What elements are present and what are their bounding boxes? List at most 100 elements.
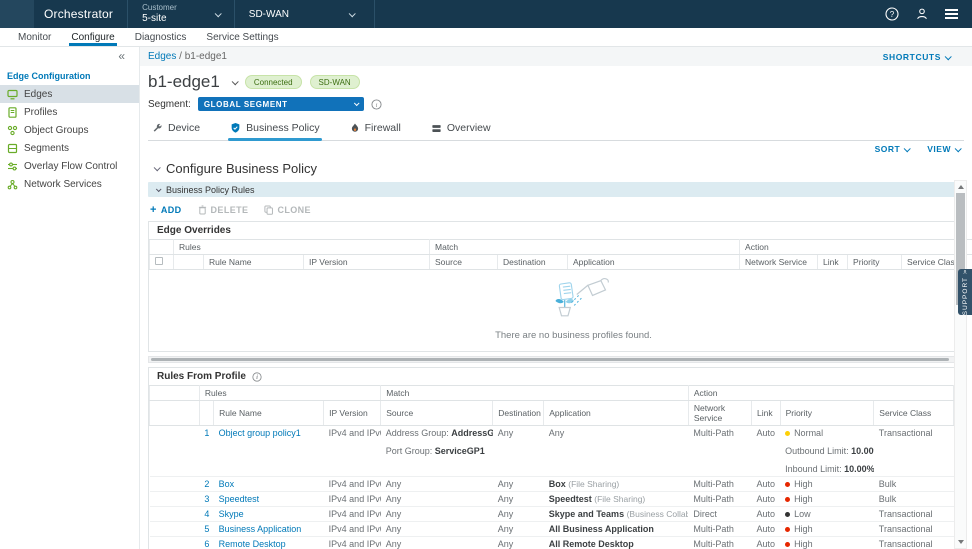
delete-rule-button[interactable]: DELETE xyxy=(198,205,249,215)
rule-number-link[interactable]: 1 xyxy=(204,428,209,438)
rule-number[interactable]: 5 xyxy=(199,522,213,537)
horizontal-scrollbar[interactable] xyxy=(148,356,964,363)
tab-business-policy[interactable]: Business Policy xyxy=(228,117,322,140)
rule-name[interactable]: Skype xyxy=(214,507,324,522)
tab-overview[interactable]: Overview xyxy=(429,117,493,140)
service-dropdown[interactable]: SD-WAN xyxy=(235,0,375,28)
top-navbar: Orchestrator Customer 5-site SD-WAN ? xyxy=(0,0,972,28)
rule-network-service: Multi-Path xyxy=(688,492,751,507)
rules-from-profile-info-icon[interactable]: i xyxy=(252,372,262,382)
vmware-logo[interactable] xyxy=(0,0,34,28)
rule-number-link[interactable]: 6 xyxy=(204,539,209,549)
priority-dot-icon xyxy=(785,497,790,502)
chevron-down-icon xyxy=(955,146,962,153)
chevron-down-icon xyxy=(945,53,952,60)
breadcrumb-edges-link[interactable]: Edges xyxy=(148,51,176,62)
tab-device[interactable]: Device xyxy=(150,117,202,140)
support-tab[interactable]: SUPPORT xyxy=(958,269,972,315)
sidebar-item-segments[interactable]: Segments xyxy=(0,139,139,157)
rule-link: Auto xyxy=(752,537,781,549)
object-groups-icon xyxy=(7,125,18,136)
group-match: Match xyxy=(430,240,740,255)
network-services-icon xyxy=(7,179,18,190)
rules-from-profile-title: Rules From Profile xyxy=(157,371,246,382)
rule-name-link[interactable]: Business Application xyxy=(219,524,302,534)
overlay-flow-control-icon xyxy=(7,161,18,172)
nav-service-settings[interactable]: Service Settings xyxy=(196,28,288,46)
sidebar-item-label: Edges xyxy=(24,89,52,100)
rule-number-link[interactable]: 5 xyxy=(204,524,209,534)
clone-rule-button[interactable]: CLONE xyxy=(264,205,311,215)
view-button[interactable]: VIEW xyxy=(927,144,960,154)
rule-name-link[interactable]: Speedtest xyxy=(219,494,260,504)
edge-name-dropdown-icon[interactable] xyxy=(232,78,239,85)
rule-number[interactable]: 3 xyxy=(199,492,213,507)
profiles-icon xyxy=(7,107,18,118)
segment-info-icon[interactable]: i xyxy=(371,99,382,110)
nav-configure[interactable]: Configure xyxy=(61,28,124,46)
nav-monitor[interactable]: Monitor xyxy=(8,28,61,46)
sidebar-item-object-groups[interactable]: Object Groups xyxy=(0,121,139,139)
row-spacer xyxy=(150,507,200,522)
section-title: Configure Business Policy xyxy=(166,161,317,176)
rule-name-link[interactable]: Remote Desktop xyxy=(219,539,286,549)
rule-number-link[interactable]: 3 xyxy=(204,494,209,504)
rule-number[interactable]: 2 xyxy=(199,477,213,492)
row-spacer xyxy=(150,522,200,537)
rule-number[interactable]: 4 xyxy=(199,507,213,522)
menu-icon[interactable] xyxy=(945,9,958,19)
breadcrumb-separator: / xyxy=(179,51,182,62)
rule-name-link[interactable]: Skype xyxy=(219,509,244,519)
sidebar: « Edge Configuration Edges Profiles Obje… xyxy=(0,47,140,549)
edge-tabs: Device Business Policy Firewall Overview xyxy=(148,117,964,141)
nav-diagnostics[interactable]: Diagnostics xyxy=(125,28,197,46)
business-policy-rules-panel[interactable]: Business Policy Rules xyxy=(148,182,964,197)
rule-destination: Any xyxy=(493,426,544,477)
priority-dot-icon xyxy=(785,527,790,532)
add-rule-button[interactable]: +ADD xyxy=(150,204,182,216)
rule-name[interactable]: Box xyxy=(214,477,324,492)
rule-service-class: Transactional xyxy=(874,507,953,522)
customer-dropdown[interactable]: Customer 5-site xyxy=(127,0,235,28)
rule-destination: Any xyxy=(493,522,544,537)
col-application: Application xyxy=(568,255,740,270)
profile-rule-row: 2BoxIPv4 and IPv6AnyAnyBox (File Sharing… xyxy=(150,477,963,492)
rule-ip-version: IPv4 and IPv6 xyxy=(324,477,381,492)
column-header-row: Rule Name IP Version Source Destination … xyxy=(150,255,972,270)
rule-network-service: Multi-Path xyxy=(688,477,751,492)
sort-button[interactable]: SORT xyxy=(875,144,910,154)
clone-icon xyxy=(264,205,273,215)
help-icon[interactable]: ? xyxy=(885,7,899,21)
rule-number-link[interactable]: 4 xyxy=(204,509,209,519)
tab-firewall[interactable]: Firewall xyxy=(348,117,403,140)
chevron-down-icon xyxy=(214,10,221,17)
rule-name[interactable]: Business Application xyxy=(214,522,324,537)
select-all-checkbox[interactable] xyxy=(155,257,163,265)
sidebar-item-overlay-flow-control[interactable]: Overlay Flow Control xyxy=(0,157,139,175)
rule-application: Speedtest (File Sharing) xyxy=(544,492,689,507)
rule-name[interactable]: Remote Desktop xyxy=(214,537,324,549)
segment-dropdown[interactable]: GLOBAL SEGMENT xyxy=(198,97,364,111)
collapse-section-icon[interactable] xyxy=(154,164,161,171)
vertical-scrollbar[interactable] xyxy=(954,180,967,549)
scroll-up-icon[interactable] xyxy=(958,185,964,189)
profile-rule-row: 3SpeedtestIPv4 and IPv6AnyAnySpeedtest (… xyxy=(150,492,963,507)
scroll-down-icon[interactable] xyxy=(958,540,964,544)
edge-overrides-title: Edge Overrides xyxy=(149,222,963,239)
rule-number[interactable]: 1 xyxy=(199,426,213,477)
collapse-sidebar-icon[interactable]: « xyxy=(118,51,125,65)
shortcuts-button[interactable]: SHORTCUTS xyxy=(883,52,950,62)
sidebar-item-edges[interactable]: Edges xyxy=(0,85,139,103)
sidebar-item-network-services[interactable]: Network Services xyxy=(0,175,139,193)
rule-number-link[interactable]: 2 xyxy=(204,479,209,489)
rule-name-link[interactable]: Box xyxy=(219,479,235,489)
rule-ip-version: IPv4 and IPv6 xyxy=(324,426,381,477)
shield-check-icon xyxy=(230,122,241,134)
segments-icon xyxy=(7,143,18,154)
sidebar-item-profiles[interactable]: Profiles xyxy=(0,103,139,121)
rule-name[interactable]: Speedtest xyxy=(214,492,324,507)
rule-name[interactable]: Object group policy1 xyxy=(214,426,324,477)
rule-number[interactable]: 6 xyxy=(199,537,213,549)
user-icon[interactable] xyxy=(915,7,929,21)
rule-name-link[interactable]: Object group policy1 xyxy=(219,428,301,438)
